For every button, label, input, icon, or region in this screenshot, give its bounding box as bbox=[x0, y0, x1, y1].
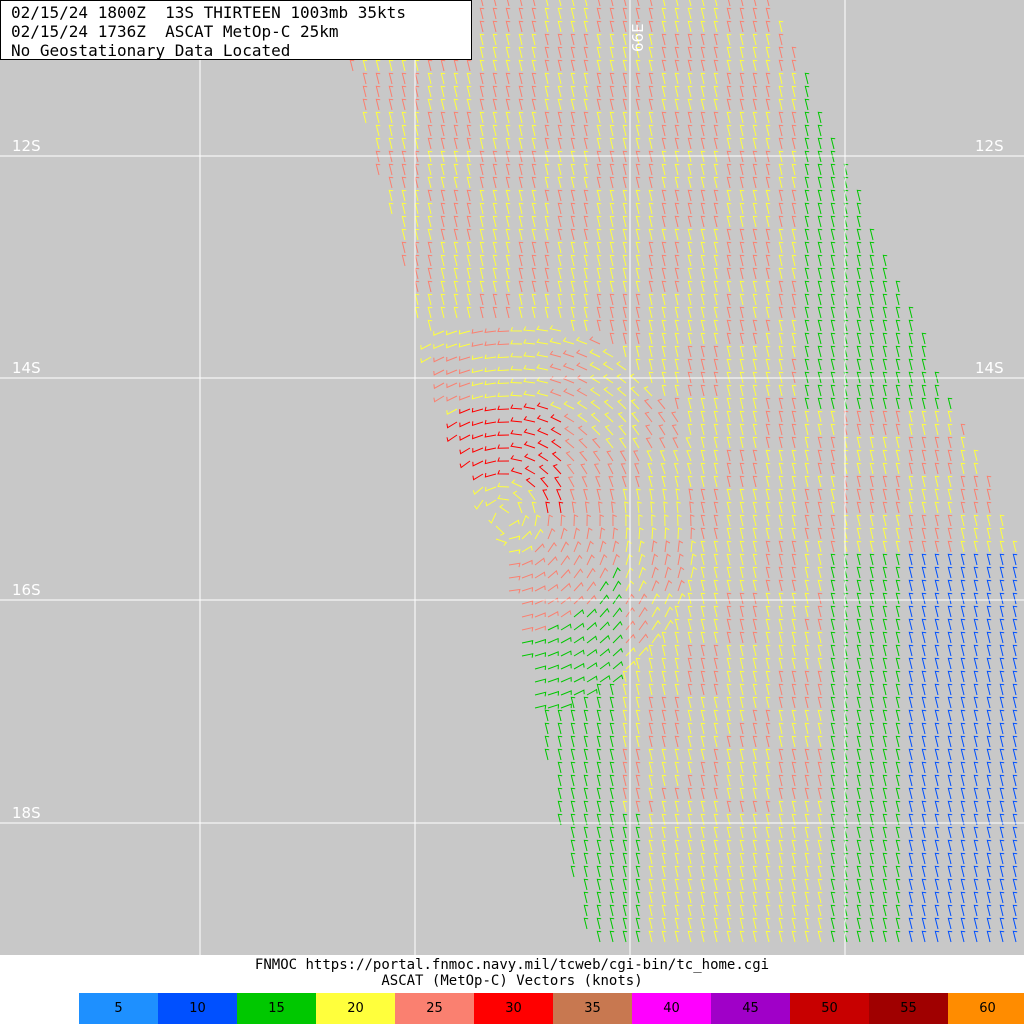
legend-label: 40 bbox=[663, 1001, 680, 1016]
legend-label: 50 bbox=[821, 1001, 838, 1016]
legend-cell-10: 10 bbox=[158, 993, 237, 1024]
legend-cell-55: 55 bbox=[869, 993, 948, 1024]
legend-cell-40: 40 bbox=[632, 993, 711, 1024]
legend-cell-20: 20 bbox=[316, 993, 395, 1024]
legend-cell-5: 5 bbox=[79, 993, 158, 1024]
legend-label: 60 bbox=[979, 1001, 996, 1016]
header-geo-line: No Geostationary Data Located bbox=[11, 41, 291, 60]
lat-label-18S-left: 18S bbox=[12, 804, 41, 822]
legend-label: 20 bbox=[347, 1001, 364, 1016]
footer-credit: FNMOC https://portal.fnmoc.navy.mil/tcwe… bbox=[254, 957, 770, 973]
legend-label: 25 bbox=[426, 1001, 443, 1016]
header-info-box: 02/15/24 1800Z 13S THIRTEEN 1003mb 35kts… bbox=[0, 0, 472, 60]
legend-cell-30: 30 bbox=[474, 993, 553, 1024]
lat-label-12S-left: 12S bbox=[12, 137, 41, 155]
lat-label-14S-left: 14S bbox=[12, 359, 41, 377]
legend-cell-45: 45 bbox=[711, 993, 790, 1024]
legend-cell-15: 15 bbox=[237, 993, 316, 1024]
legend-cell-60: 60 bbox=[948, 993, 1024, 1024]
legend-label: 15 bbox=[268, 1001, 285, 1016]
footer-product: ASCAT (MetOp-C) Vectors (knots) bbox=[381, 973, 643, 989]
lat-label-16S-left: 16S bbox=[12, 581, 41, 599]
map-stage: 66E 12S 12S 14S 14S 16S 18S 02/15/24 180… bbox=[0, 0, 1024, 1024]
lat-label-12S-right: 12S bbox=[975, 137, 1004, 155]
legend-cell-25: 25 bbox=[395, 993, 474, 1024]
legend-label: 30 bbox=[505, 1001, 522, 1016]
header-storm-line: 02/15/24 1800Z 13S THIRTEEN 1003mb 35kts bbox=[11, 3, 406, 22]
wind-speed-legend: 5 10 15 20 25 30 35 40 45 50 55 60 bbox=[79, 993, 1024, 1024]
legend-cell-35: 35 bbox=[553, 993, 632, 1024]
legend-label: 5 bbox=[114, 1001, 123, 1016]
lat-label-14S-right: 14S bbox=[975, 359, 1004, 377]
legend-label: 45 bbox=[742, 1001, 759, 1016]
legend-label: 35 bbox=[584, 1001, 601, 1016]
header-satellite-line: 02/15/24 1736Z ASCAT MetOp-C 25km bbox=[11, 22, 339, 41]
wind-map: 66E bbox=[0, 0, 1024, 955]
lon-label-66E: 66E bbox=[629, 23, 647, 52]
legend-label: 10 bbox=[189, 1001, 206, 1016]
legend-label: 55 bbox=[900, 1001, 917, 1016]
legend-cell-50: 50 bbox=[790, 993, 869, 1024]
